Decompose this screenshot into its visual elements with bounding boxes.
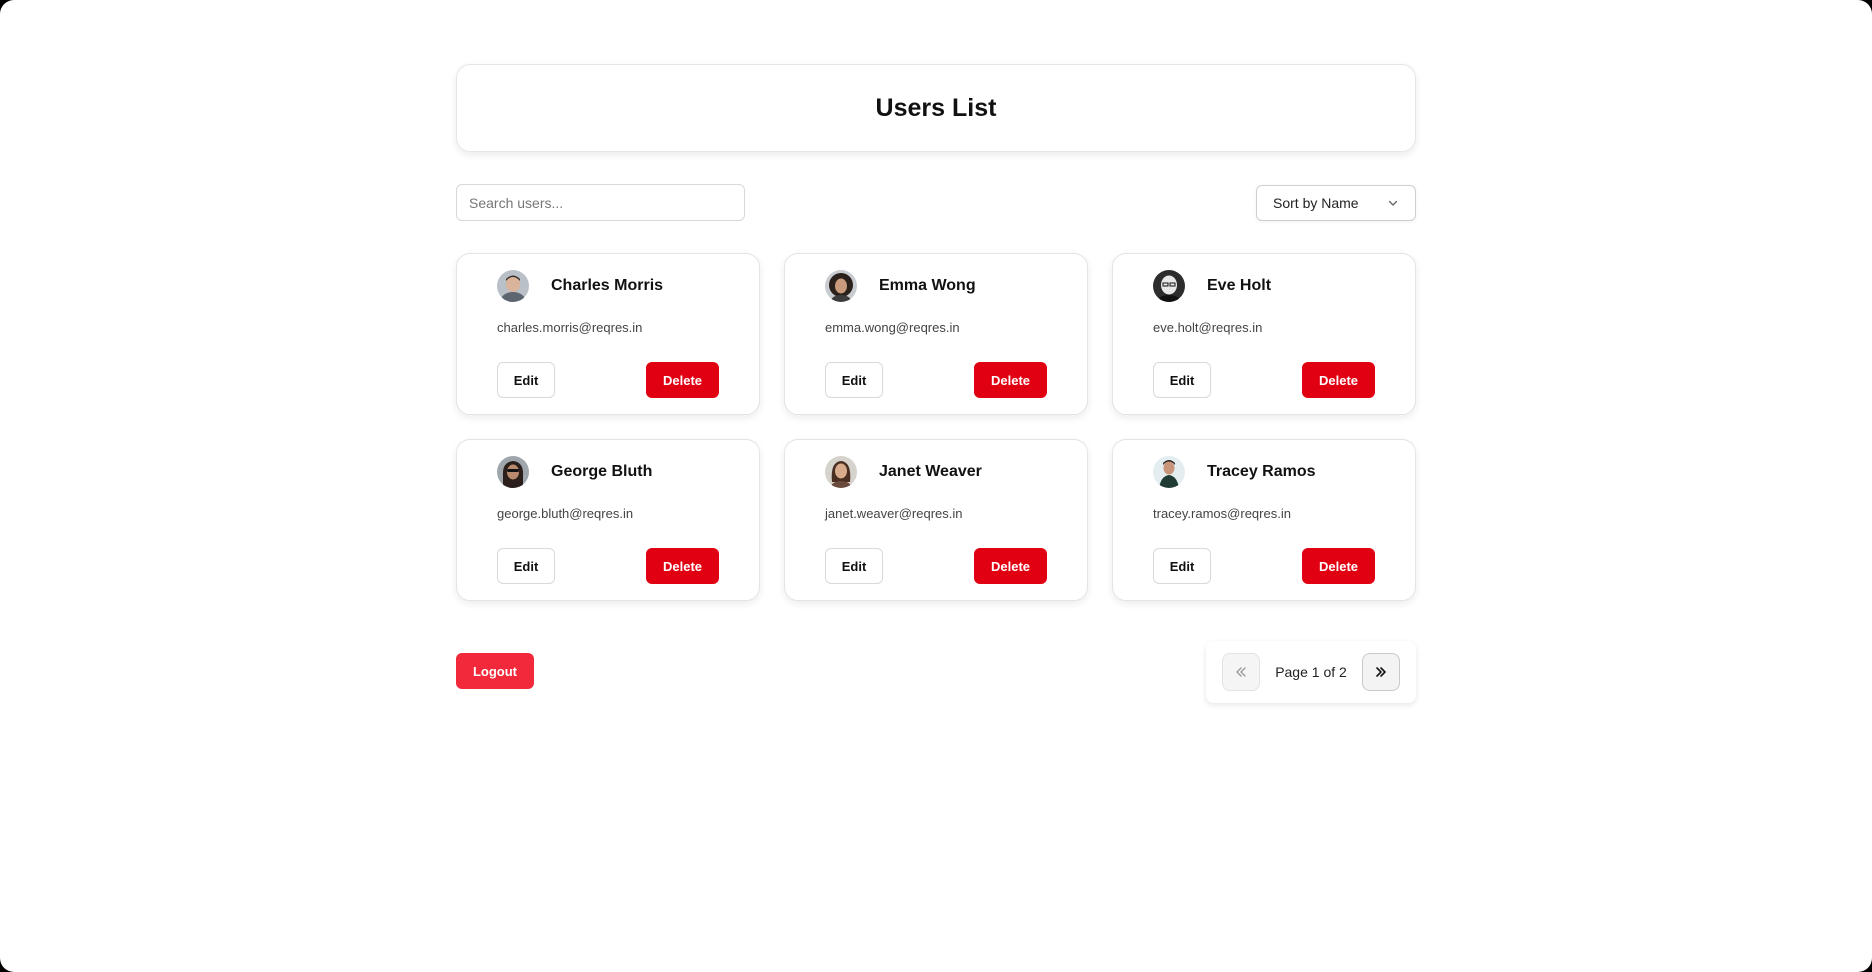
- delete-button[interactable]: Delete: [646, 362, 719, 398]
- user-actions: Edit Delete: [1153, 548, 1375, 584]
- app-viewport: Users List Sort by Name: [0, 0, 1872, 972]
- user-card: George Bluth george.bluth@reqres.in Edit…: [456, 439, 760, 601]
- avatar: [825, 270, 857, 302]
- user-email: tracey.ramos@reqres.in: [1153, 506, 1291, 521]
- logout-button[interactable]: Logout: [456, 653, 534, 689]
- user-card: Tracey Ramos tracey.ramos@reqres.in Edit…: [1112, 439, 1416, 601]
- user-name: Charles Morris: [551, 277, 664, 294]
- user-card-header: Tracey Ramos: [1153, 456, 1375, 488]
- delete-button[interactable]: Delete: [1302, 548, 1375, 584]
- delete-button[interactable]: Delete: [1302, 362, 1375, 398]
- avatar: [497, 456, 529, 488]
- double-chevron-left-icon: [1236, 667, 1246, 677]
- user-name: George Bluth: [551, 463, 653, 480]
- user-card-header: Janet Weaver: [825, 456, 1047, 488]
- user-name: Eve Holt: [1207, 277, 1272, 294]
- user-card: Emma Wong emma.wong@reqres.in Edit Delet…: [784, 253, 1088, 415]
- edit-button[interactable]: Edit: [825, 548, 883, 584]
- avatar: [825, 456, 857, 488]
- prev-page-button[interactable]: [1222, 653, 1260, 691]
- sort-dropdown[interactable]: Sort by Name: [1256, 184, 1416, 221]
- avatar: [1153, 456, 1185, 488]
- delete-button[interactable]: Delete: [974, 362, 1047, 398]
- user-actions: Edit Delete: [497, 548, 719, 584]
- chevron-down-icon: [1388, 200, 1398, 206]
- user-card: Charles Morris charles.morris@reqres.in …: [456, 253, 760, 415]
- footer: Logout Page 1 of 2: [456, 641, 1416, 703]
- page-title: Users List: [875, 93, 997, 122]
- toolbar: Sort by Name: [456, 184, 1416, 221]
- avatar: [497, 270, 529, 302]
- user-email: emma.wong@reqres.in: [825, 320, 960, 335]
- pagination: Page 1 of 2: [1206, 641, 1416, 703]
- user-name: Tracey Ramos: [1207, 463, 1316, 480]
- user-email: george.bluth@reqres.in: [497, 506, 634, 521]
- user-email: charles.morris@reqres.in: [497, 320, 643, 335]
- user-name: Emma Wong: [879, 277, 976, 294]
- edit-button[interactable]: Edit: [1153, 362, 1211, 398]
- next-page-button[interactable]: [1362, 653, 1400, 691]
- sort-label: Sort by Name: [1273, 194, 1359, 211]
- delete-button[interactable]: Delete: [974, 548, 1047, 584]
- user-actions: Edit Delete: [825, 362, 1047, 398]
- delete-button[interactable]: Delete: [646, 548, 719, 584]
- user-email: eve.holt@reqres.in: [1153, 320, 1263, 335]
- user-name: Janet Weaver: [879, 463, 982, 480]
- user-card: Eve Holt eve.holt@reqres.in Edit Delete: [1112, 253, 1416, 415]
- user-actions: Edit Delete: [497, 362, 719, 398]
- double-chevron-right-icon: [1376, 667, 1386, 677]
- search-input[interactable]: [456, 184, 745, 221]
- user-email: janet.weaver@reqres.in: [825, 506, 963, 521]
- user-actions: Edit Delete: [825, 548, 1047, 584]
- edit-button[interactable]: Edit: [1153, 548, 1211, 584]
- user-card-header: Charles Morris: [497, 270, 719, 302]
- page-indicator: Page 1 of 2: [1275, 664, 1347, 680]
- avatar: [1153, 270, 1185, 302]
- user-card-header: Emma Wong: [825, 270, 1047, 302]
- user-card: Janet Weaver janet.weaver@reqres.in Edit…: [784, 439, 1088, 601]
- header-card: Users List: [456, 64, 1416, 152]
- edit-button[interactable]: Edit: [825, 362, 883, 398]
- user-actions: Edit Delete: [1153, 362, 1375, 398]
- user-card-header: George Bluth: [497, 456, 719, 488]
- main-container: Users List Sort by Name: [456, 64, 1416, 703]
- user-grid: Charles Morris charles.morris@reqres.in …: [456, 253, 1416, 601]
- edit-button[interactable]: Edit: [497, 548, 555, 584]
- user-card-header: Eve Holt: [1153, 270, 1375, 302]
- edit-button[interactable]: Edit: [497, 362, 555, 398]
